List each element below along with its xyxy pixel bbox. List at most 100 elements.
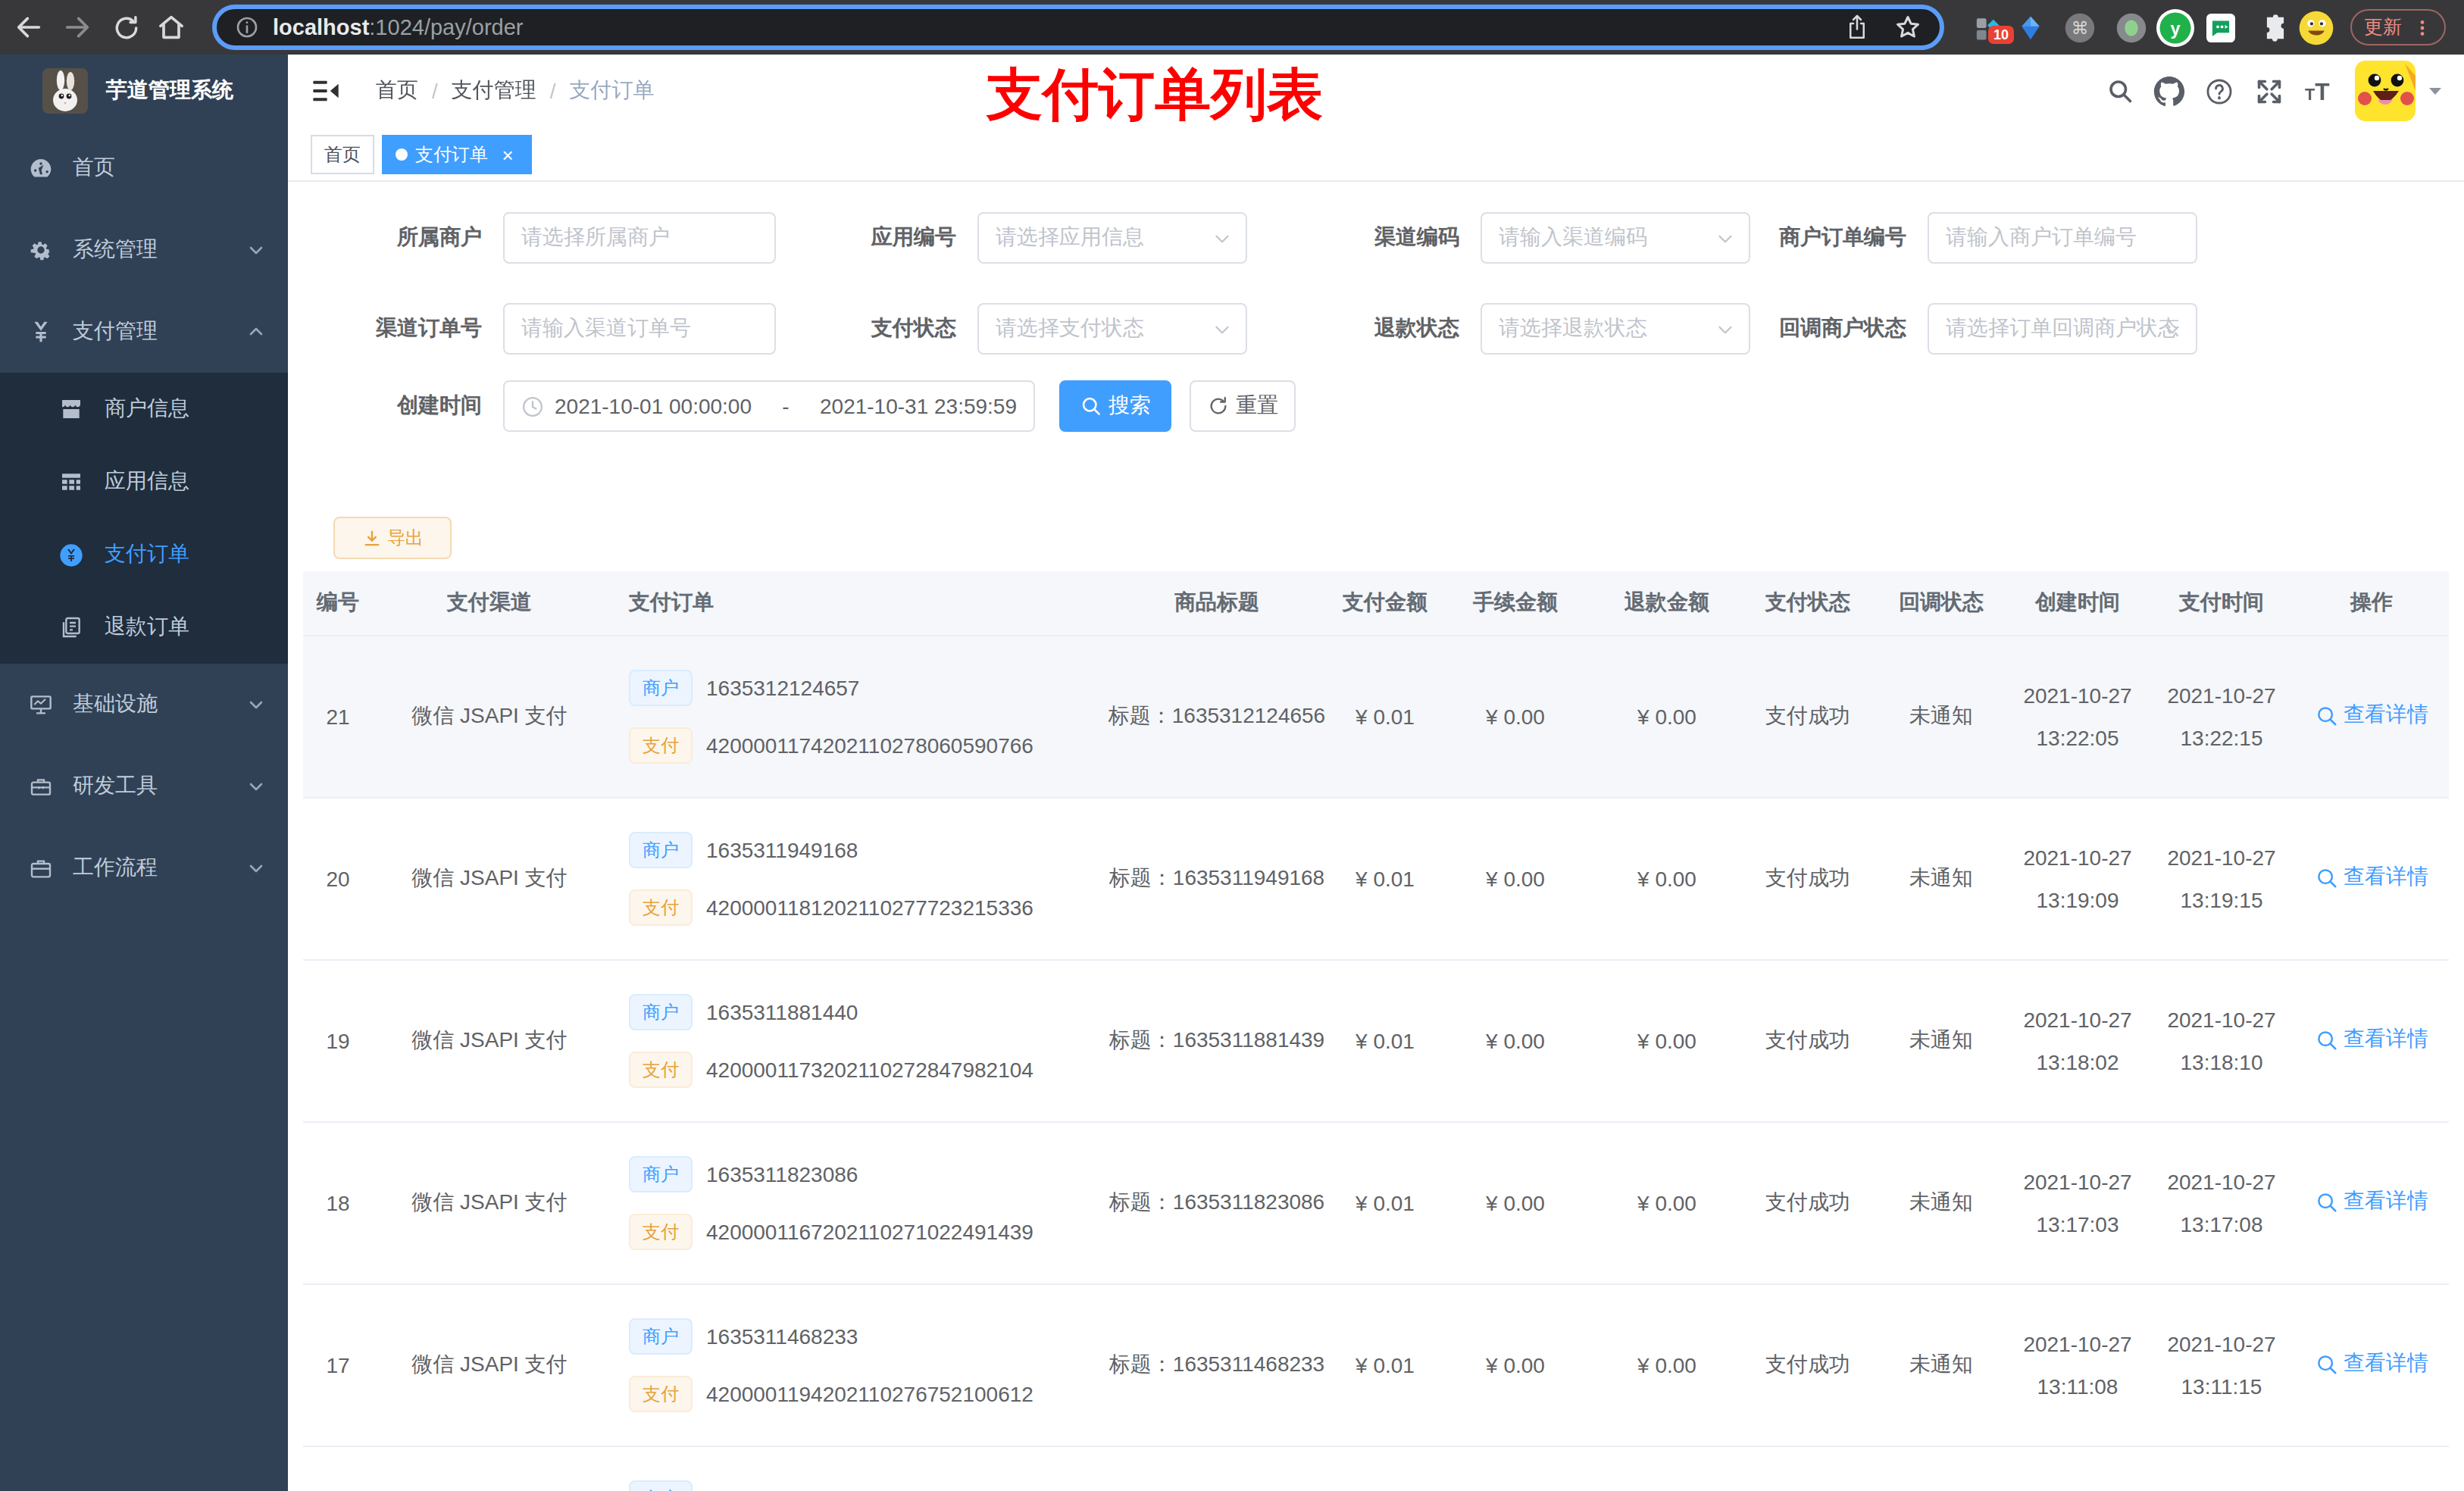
extension-record-icon[interactable]: [2115, 0, 2147, 55]
sidebar-logo[interactable]: 芋道管理系统: [0, 55, 288, 127]
sidebar-subitem-0[interactable]: 商户信息: [0, 373, 288, 445]
avatar[interactable]: [2355, 61, 2416, 121]
sidebar-item-2[interactable]: 支付管理: [0, 291, 288, 373]
kebab-menu-icon[interactable]: [2412, 16, 2432, 39]
table-row[interactable]: 19微信 JSAPI 支付商户1635311881440支付4200001173…: [303, 959, 2449, 1121]
view-detail-link[interactable]: 查看详情: [2315, 1189, 2428, 1216]
chevron-down-icon: [247, 777, 265, 796]
breadcrumb-item[interactable]: 首页: [376, 77, 418, 105]
filter-select[interactable]: 请输入渠道编码: [1481, 212, 1750, 264]
filter-select[interactable]: 请选择订单回调商户状态: [1928, 303, 2197, 355]
chevron-down-icon: [1715, 319, 1735, 339]
search-button[interactable]: 搜索: [1059, 380, 1171, 432]
sidebar-item-1[interactable]: 系统管理: [0, 209, 288, 291]
help-icon[interactable]: [2194, 77, 2244, 105]
site-info-icon[interactable]: [235, 15, 259, 39]
tab-close-icon[interactable]: ×: [497, 144, 518, 165]
extension-gem-icon[interactable]: [2020, 0, 2041, 55]
search-icon[interactable]: [2094, 77, 2144, 105]
filter-input[interactable]: 请输入渠道订单号: [503, 303, 776, 355]
date-end-value[interactable]: 2021-10-31 23:59:59: [820, 394, 1017, 418]
browser-home-icon[interactable]: [155, 0, 188, 55]
filter-label: 回调商户状态: [1750, 315, 1928, 342]
filter-input[interactable]: 请输入商户订单编号: [1928, 212, 2197, 264]
sidebar-item-0[interactable]: 首页: [0, 127, 288, 209]
table-row[interactable]: 商户1635311251796: [303, 1446, 2449, 1491]
filter-select[interactable]: 请选择支付状态: [977, 303, 1247, 355]
column-header: 支付时间: [2149, 589, 2294, 617]
navbar: 首页 / 支付管理 / 支付订单 支付订单列表 TT: [288, 55, 2464, 127]
view-detail-link[interactable]: 查看详情: [2315, 1027, 2428, 1054]
filter-select[interactable]: 请选择应用信息: [977, 212, 1247, 264]
filter-select[interactable]: 请选择退款状态: [1481, 303, 1750, 355]
breadcrumb-current: 支付订单: [570, 77, 655, 105]
search-button-icon: [1080, 395, 1101, 417]
tab-pay-order[interactable]: 支付订单×: [382, 135, 532, 174]
extension-command-icon[interactable]: ⌘: [2064, 0, 2096, 55]
extension-blocks-icon[interactable]: 10: [1975, 0, 2000, 55]
merchant-tag: 商户: [629, 670, 693, 706]
extensions-puzzle-icon[interactable]: [2261, 0, 2290, 55]
chevron-down-icon: [1715, 228, 1735, 248]
extension-y-icon[interactable]: y: [2156, 0, 2194, 55]
sidebar-subitem-1[interactable]: 应用信息: [0, 445, 288, 518]
filter-label-create-time: 创建时间: [318, 392, 503, 420]
date-start-value[interactable]: 2021-10-01 00:00:00: [555, 394, 752, 418]
extension-badge: 10: [1988, 26, 2014, 44]
extension-chat-icon[interactable]: [2206, 0, 2235, 55]
monitor-icon: [29, 692, 53, 717]
chevron-down-icon: [1212, 319, 1232, 339]
url-host: localhost: [273, 15, 369, 39]
filter-input[interactable]: 请选择所属商户: [503, 212, 776, 264]
merchant-tag: 商户: [629, 1156, 693, 1192]
github-icon[interactable]: [2144, 75, 2194, 107]
filter-label: 渠道编码: [1247, 224, 1481, 252]
sidebar-subitem-3[interactable]: 退款订单: [0, 591, 288, 664]
orders-table: 编号支付渠道支付订单商品标题支付金额手续金额退款金额支付状态回调状态创建时间支付…: [303, 571, 2449, 1491]
browser-back-icon[interactable]: [12, 0, 45, 55]
view-detail-link[interactable]: 查看详情: [2315, 1351, 2428, 1378]
grid-icon: [59, 470, 83, 494]
avatar-caret-icon[interactable]: [2426, 82, 2444, 100]
pay-tag: 支付: [629, 727, 693, 764]
pay-tag: 支付: [629, 1214, 693, 1250]
breadcrumb-item[interactable]: 支付管理: [452, 77, 536, 105]
reset-button[interactable]: 重置: [1190, 380, 1296, 432]
profile-emoji-icon[interactable]: [2297, 0, 2335, 55]
filter-label: 商户订单编号: [1750, 224, 1928, 252]
column-header: 手续金额: [1437, 589, 1594, 617]
tab-home[interactable]: 首页: [311, 135, 374, 174]
browser-forward-icon[interactable]: [61, 0, 94, 55]
filter-label: 渠道订单号: [318, 315, 503, 342]
sidebar-subitem-2[interactable]: 支付订单: [0, 518, 288, 591]
bookmark-star-icon[interactable]: [1894, 14, 1921, 41]
view-detail-link[interactable]: 查看详情: [2315, 864, 2428, 892]
svg-text:T: T: [2314, 78, 2328, 105]
svg-text:T: T: [2304, 85, 2314, 104]
table-row[interactable]: 17微信 JSAPI 支付商户1635311468233支付4200001194…: [303, 1283, 2449, 1446]
chevron-down-icon: [247, 695, 265, 714]
view-detail-link[interactable]: 查看详情: [2315, 702, 2428, 730]
share-icon[interactable]: [1846, 14, 1868, 41]
browser-reload-icon[interactable]: [109, 0, 142, 55]
table-row[interactable]: 21微信 JSAPI 支付商户1635312124657支付4200001174…: [303, 635, 2449, 797]
table-row[interactable]: 18微信 JSAPI 支付商户1635311823086支付4200001167…: [303, 1121, 2449, 1283]
export-button[interactable]: 导出: [333, 517, 452, 559]
table-row[interactable]: 20微信 JSAPI 支付商户1635311949168支付4200001181…: [303, 797, 2449, 959]
sidebar-item-5[interactable]: 工作流程: [0, 827, 288, 909]
sidebar-item-4[interactable]: 研发工具: [0, 746, 288, 827]
font-size-icon[interactable]: TT: [2294, 76, 2344, 106]
url-bar[interactable]: localhost:1024/pay/order: [212, 5, 1944, 50]
column-header: 创建时间: [2006, 589, 2149, 617]
sidebar-toggle-icon[interactable]: [311, 76, 341, 106]
pay-tag: 支付: [629, 1052, 693, 1088]
sidebar-item-3[interactable]: 基础设施: [0, 664, 288, 746]
shop-icon: [59, 397, 83, 421]
fullscreen-icon[interactable]: [2244, 77, 2294, 105]
create-time-range-input[interactable]: 2021-10-01 00:00:00 - 2021-10-31 23:59:5…: [503, 380, 1035, 432]
magnifier-icon: [2315, 1191, 2337, 1214]
logo-rabbit-icon: [42, 68, 88, 114]
magnifier-icon: [2315, 867, 2337, 889]
chrome-update-button[interactable]: 更新: [2350, 9, 2446, 45]
merchant-tag: 商户: [629, 832, 693, 868]
